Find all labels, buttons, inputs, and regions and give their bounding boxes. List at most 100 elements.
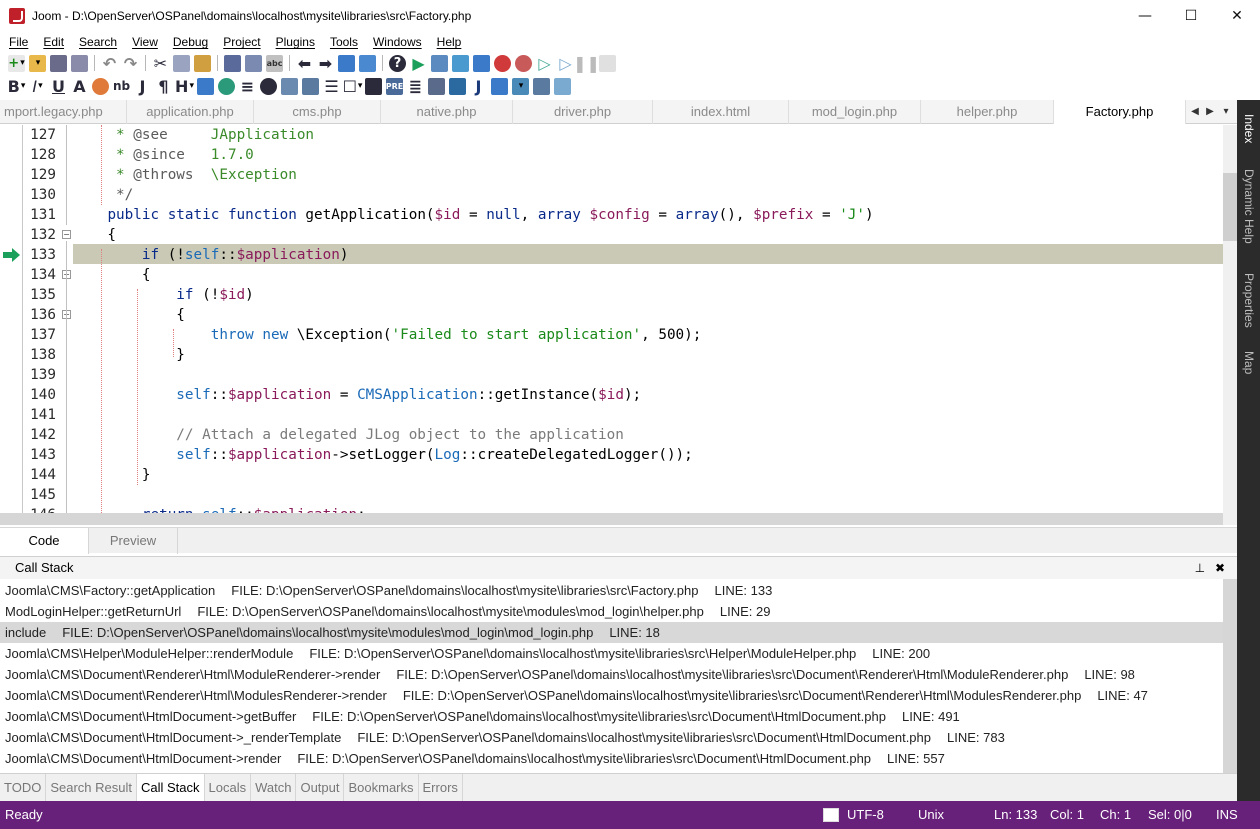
image-icon[interactable] <box>197 77 214 95</box>
stack-row[interactable]: Joomla\CMS\Helper\ModuleHelper::renderMo… <box>0 643 1223 664</box>
comment-icon[interactable] <box>260 77 277 95</box>
copy-icon[interactable] <box>173 54 190 72</box>
select-icon[interactable] <box>359 54 376 72</box>
stack-row[interactable]: Joomla\CMS\Factory::getApplication FILE: … <box>0 580 1223 601</box>
spell-check-icon[interactable]: abc <box>266 54 283 72</box>
menu-debug[interactable]: Debug <box>164 33 214 51</box>
tab-list-icon[interactable]: ▾ <box>1219 102 1233 122</box>
color-icon[interactable] <box>92 77 109 95</box>
italic-icon[interactable]: I <box>29 77 46 96</box>
form-icon[interactable] <box>302 77 319 95</box>
tab-watch[interactable]: Watch <box>251 774 297 801</box>
side-tab-index[interactable]: Index <box>1237 104 1260 154</box>
menu-file[interactable]: File <box>0 33 34 51</box>
tab-import-legacy[interactable]: mport.legacy.php <box>0 100 127 124</box>
save-icon[interactable] <box>50 54 67 72</box>
grid-icon[interactable] <box>428 77 445 95</box>
tab-locals[interactable]: Locals <box>205 774 252 801</box>
toggle-breakpoints-icon[interactable] <box>515 54 532 72</box>
frame-icon[interactable] <box>491 77 508 95</box>
link-icon[interactable]: J <box>134 77 151 96</box>
status-insert-mode[interactable]: INS <box>1216 801 1238 829</box>
list-ol-icon[interactable]: ≣ <box>407 77 424 96</box>
list-icon[interactable]: ≡ <box>239 77 256 96</box>
stack-row[interactable]: ModLoginHelper::getReturnUrl FILE: D:\Ope… <box>0 601 1223 622</box>
table-icon[interactable] <box>281 77 298 95</box>
tab-scroll-left-icon[interactable]: ◀ <box>1188 102 1202 122</box>
status-line-ending[interactable]: Unix <box>918 801 944 829</box>
tab-output[interactable]: Output <box>296 774 345 801</box>
stop-icon[interactable] <box>473 54 490 72</box>
encoding-checkbox[interactable] <box>823 808 839 822</box>
save-all-icon[interactable] <box>71 54 88 72</box>
tab-call-stack[interactable]: Call Stack <box>136 774 205 801</box>
tab-mod-login[interactable]: mod_login.php <box>789 100 921 124</box>
nbsp-icon[interactable]: nb <box>113 78 130 95</box>
side-tab-properties[interactable]: Properties <box>1237 265 1260 335</box>
tab-todo[interactable]: TODO <box>0 774 47 801</box>
col-icon[interactable] <box>449 77 466 95</box>
tab-cms[interactable]: cms.php <box>254 100 381 124</box>
tab-errors[interactable]: Errors <box>419 774 463 801</box>
align-icon[interactable]: ☰ <box>323 77 340 96</box>
side-tab-dynamic-help[interactable]: Dynamic Help <box>1237 160 1260 252</box>
editor-scroll-thumb[interactable] <box>1223 173 1237 241</box>
maximize-button[interactable]: ☐ <box>1168 0 1214 31</box>
panel-icon[interactable] <box>554 77 571 95</box>
editor-horizontal-scrollbar[interactable] <box>0 513 1223 525</box>
tab-bookmarks[interactable]: Bookmarks <box>344 774 419 801</box>
undo-icon[interactable]: ↶ <box>101 54 118 73</box>
tab-preview[interactable]: Preview <box>89 528 178 554</box>
stack-row[interactable]: include FILE: D:\OpenServer\OSPanel\domai… <box>0 622 1223 643</box>
help-icon[interactable]: ? <box>389 54 406 72</box>
paragraph-icon[interactable]: ¶ <box>155 77 172 96</box>
tab-application[interactable]: application.php <box>127 100 254 124</box>
tab-code[interactable]: Code <box>0 528 89 554</box>
minimize-button[interactable]: — <box>1122 0 1168 31</box>
new-file-icon[interactable]: + <box>8 54 25 72</box>
stack-row[interactable]: Joomla\CMS\Document\HtmlDocument->render… <box>0 748 1223 769</box>
box-icon[interactable]: ☐ <box>343 77 361 96</box>
close-panel-icon[interactable]: ✖ <box>1215 561 1225 575</box>
menu-tools[interactable]: Tools <box>321 33 364 51</box>
breakpoint-icon[interactable] <box>494 54 511 72</box>
stack-row[interactable]: Joomla\CMS\Document\Renderer\Html\Module… <box>0 685 1223 706</box>
heading-icon[interactable]: H <box>175 77 193 96</box>
tab-index-html[interactable]: index.html <box>653 100 789 124</box>
run-to-cursor-icon[interactable]: ▷ <box>536 54 553 73</box>
menu-search[interactable]: Search <box>70 33 123 51</box>
menu-edit[interactable]: Edit <box>34 33 70 51</box>
layout-icon[interactable] <box>512 77 529 95</box>
find-icon[interactable] <box>224 54 241 72</box>
forward-icon[interactable]: ➡ <box>317 54 334 73</box>
anchor-icon[interactable] <box>218 77 235 95</box>
bookmark-icon[interactable] <box>338 54 355 72</box>
code-editor[interactable]: − − − 127 128 129 130 131 132 133 134 13… <box>0 125 1237 525</box>
step-over-icon[interactable] <box>452 54 469 72</box>
back-icon[interactable]: ⬅ <box>296 54 313 73</box>
media-icon[interactable] <box>533 77 550 95</box>
menu-view[interactable]: View <box>123 33 164 51</box>
bold-icon[interactable]: B <box>8 77 25 96</box>
disabled-icon[interactable] <box>599 54 616 72</box>
pin-icon[interactable]: ⊥ <box>1195 561 1205 575</box>
pre-icon[interactable]: PRE <box>386 77 403 95</box>
j-icon[interactable]: J <box>470 77 487 96</box>
stack-row[interactable]: Joomla\CMS\Document\HtmlDocument->getBuf… <box>0 706 1223 727</box>
call-stack-scrollbar[interactable] <box>1223 579 1237 774</box>
redo-icon[interactable]: ↷ <box>122 54 139 73</box>
pause-icon[interactable]: ❚❚ <box>573 54 600 73</box>
replace-icon[interactable] <box>245 54 262 72</box>
underline-icon[interactable]: U <box>50 77 67 96</box>
paste-icon[interactable] <box>194 54 211 72</box>
stack-row[interactable]: Joomla\CMS\Document\HtmlDocument->_rende… <box>0 727 1223 748</box>
side-tab-map[interactable]: Map <box>1237 346 1260 380</box>
open-folder-icon[interactable] <box>29 54 46 72</box>
debug-run-icon[interactable]: ▷ <box>557 54 574 73</box>
tab-search-result[interactable]: Search Result <box>46 774 137 801</box>
menu-plugins[interactable]: Plugins <box>267 33 321 51</box>
close-window-button[interactable]: ✕ <box>1214 0 1260 31</box>
menu-help[interactable]: Help <box>428 33 468 51</box>
code-icon[interactable] <box>365 77 382 95</box>
font-icon[interactable]: A <box>71 77 88 96</box>
